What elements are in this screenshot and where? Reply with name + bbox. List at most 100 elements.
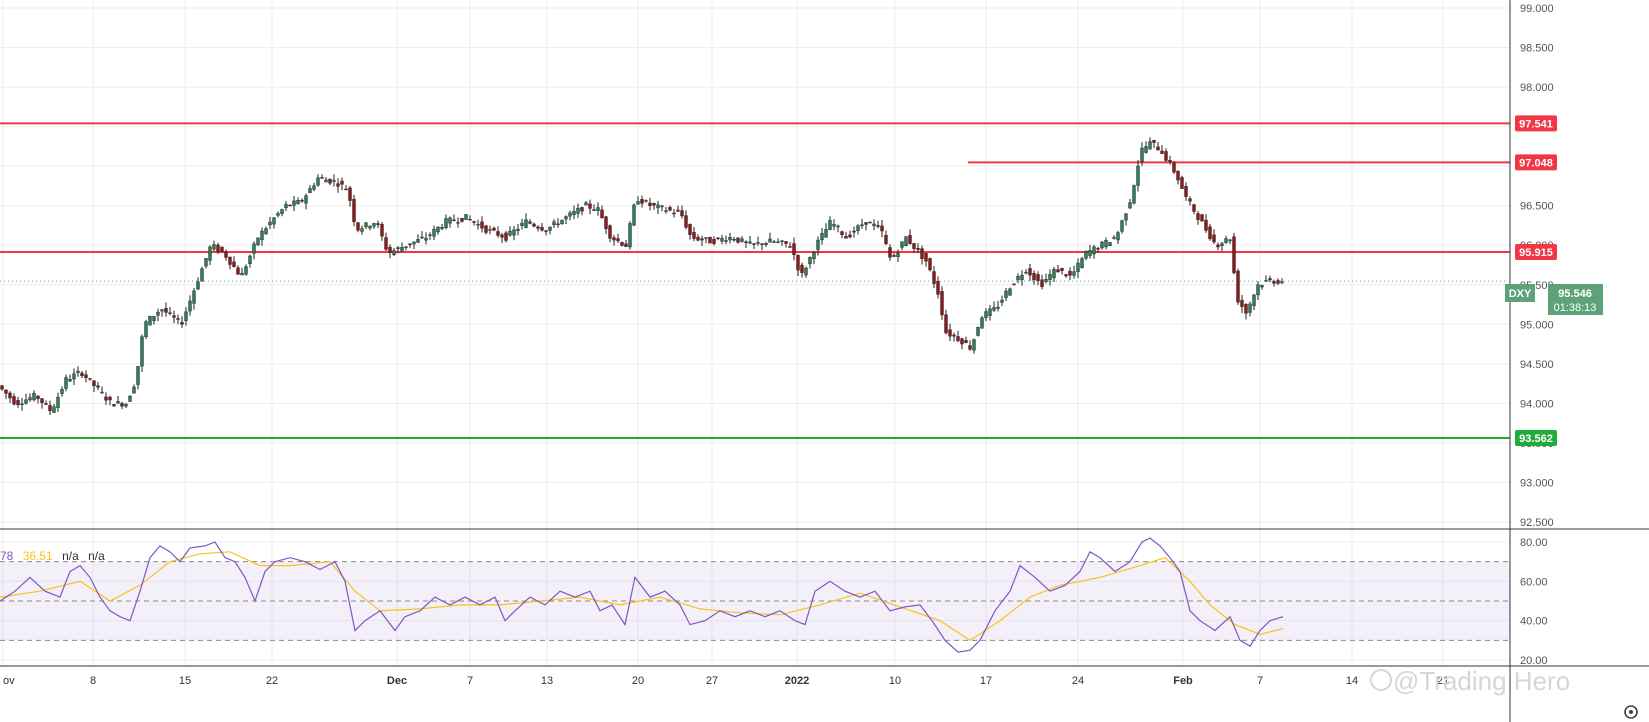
- candle-body: [888, 247, 892, 258]
- candle-body: [636, 201, 640, 205]
- candle-body: [572, 211, 576, 215]
- candle-body: [908, 235, 912, 244]
- candle-body: [796, 254, 800, 271]
- candle-body: [1124, 213, 1128, 221]
- candle-body: [916, 248, 920, 250]
- candle-body: [616, 238, 620, 242]
- candle-body: [204, 258, 208, 267]
- candle-body: [1260, 285, 1264, 288]
- candle-body: [64, 377, 68, 389]
- candle-body: [80, 372, 84, 377]
- candle-body: [184, 311, 188, 321]
- candle-body: [1140, 147, 1144, 162]
- candle-body: [1172, 162, 1176, 173]
- candle-body: [284, 203, 288, 209]
- trading-chart[interactable]: 99.00098.50098.00097.50097.00096.50096.0…: [0, 0, 1649, 722]
- candle-body: [540, 227, 544, 231]
- candle-body: [56, 396, 60, 409]
- rsi-tick-label: 40.00: [1520, 616, 1548, 628]
- candle-body: [188, 300, 192, 312]
- candle-body: [588, 203, 592, 209]
- candle-body: [752, 243, 756, 245]
- candle-body: [644, 200, 648, 202]
- price-tick-label: 94.500: [1520, 359, 1554, 371]
- candle-body: [852, 230, 856, 233]
- candle-body: [960, 338, 964, 345]
- candle-body: [1168, 160, 1172, 163]
- candle-body: [292, 200, 296, 206]
- candle-body: [1192, 204, 1196, 212]
- candle-body: [864, 222, 868, 225]
- candle-body: [252, 243, 256, 254]
- level-tag-label: 97.541: [1519, 118, 1553, 130]
- time-tick-label: 7: [467, 675, 473, 687]
- candle-body: [912, 243, 916, 249]
- time-tick-label: 10: [889, 675, 901, 687]
- candle-body: [704, 237, 708, 239]
- candle-body: [568, 212, 572, 217]
- candle-body: [332, 180, 336, 182]
- time-tick-label: 7: [1257, 675, 1263, 687]
- rsi-tick-label: 80.00: [1520, 537, 1548, 549]
- candle-body: [580, 207, 584, 212]
- candle-body: [152, 316, 156, 321]
- candle-body: [372, 223, 376, 227]
- candle-body: [640, 199, 644, 204]
- candle-body: [576, 207, 580, 214]
- candle-body: [260, 230, 264, 240]
- candle-body: [816, 239, 820, 250]
- candle-body: [1072, 271, 1076, 276]
- candle-body: [88, 378, 92, 380]
- candle-body: [328, 178, 332, 184]
- candle-body: [700, 238, 704, 241]
- candle-body: [656, 204, 660, 209]
- gear-icon[interactable]: [1624, 705, 1638, 719]
- candle-body: [176, 318, 180, 320]
- candle-body: [820, 233, 824, 241]
- candle-body: [736, 237, 740, 243]
- candle-body: [1148, 141, 1152, 150]
- candle-body: [688, 223, 692, 235]
- candle-body: [1136, 165, 1140, 186]
- horizontal-levels[interactable]: [0, 122, 1510, 440]
- candle-body: [140, 336, 144, 367]
- candle-body: [412, 241, 416, 245]
- rsi-tick-label: 60.00: [1520, 576, 1548, 588]
- candle-body: [456, 222, 460, 224]
- candle-body: [268, 221, 272, 226]
- candle-body: [256, 237, 260, 245]
- price-tick-label: 96.500: [1520, 201, 1554, 213]
- candle-body: [96, 385, 100, 388]
- candle-body: [1120, 220, 1124, 232]
- candle-body: [168, 312, 172, 314]
- candle-body: [448, 217, 452, 224]
- time-tick-label: 20: [632, 675, 644, 687]
- candle-body: [800, 264, 804, 273]
- price-tick-label: 93.000: [1520, 477, 1554, 489]
- candle-body: [1032, 273, 1036, 281]
- candle-body: [892, 255, 896, 257]
- candle-body: [1112, 237, 1116, 239]
- candle-body: [924, 253, 928, 262]
- candle-body: [104, 396, 108, 401]
- candle-body: [156, 311, 160, 316]
- candle-body: [40, 398, 44, 403]
- candle-body: [668, 207, 672, 211]
- candle-body: [1056, 269, 1060, 273]
- candle-body: [1096, 248, 1100, 250]
- candle-body: [936, 281, 940, 295]
- candle-body: [1152, 140, 1156, 143]
- candle-body: [348, 187, 352, 201]
- candle-body: [648, 202, 652, 206]
- candle-body: [300, 199, 304, 202]
- candle-body: [532, 223, 536, 227]
- candle-body: [4, 389, 8, 394]
- candle-body: [312, 185, 316, 190]
- candle-body: [124, 404, 128, 407]
- time-tick-label: 2022: [785, 675, 809, 687]
- candle-body: [0, 385, 4, 390]
- candle-body: [772, 241, 776, 243]
- candle-body: [1224, 238, 1228, 243]
- candle-body: [792, 243, 796, 255]
- candle-body: [436, 226, 440, 233]
